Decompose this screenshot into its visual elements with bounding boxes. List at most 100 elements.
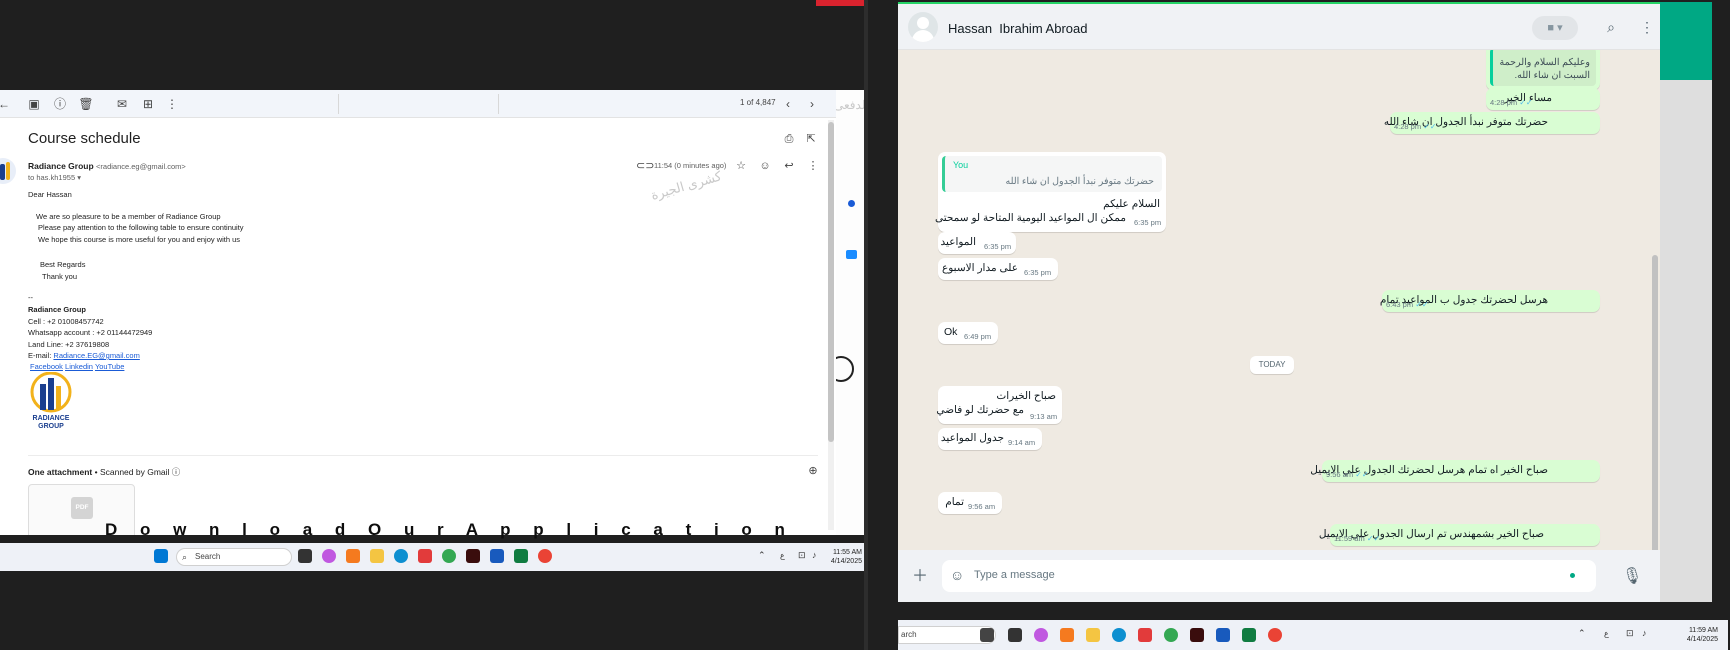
label-icon[interactable]: ⊂⊃ <box>636 159 654 173</box>
message-input[interactable]: ☺ Type a message <box>942 560 1596 592</box>
message-bubble-out[interactable]: صباح الخير بشمهندس تم ارسال الجدول علي ا… <box>1319 524 1600 546</box>
start-windows-icon[interactable] <box>154 549 168 563</box>
back-arrow-icon[interactable]: ← <box>0 96 12 112</box>
message-text: على مدار الاسبوع <box>941 262 1018 274</box>
volume-icon[interactable]: ♪ <box>812 550 817 560</box>
microphone-icon[interactable]: 🎙 <box>1622 567 1642 587</box>
right-screen: Hassan Ibrahim Abroad ■ ▾ ⌕ ⋮ وعليكم الس… <box>868 0 1730 650</box>
taskbar-clock[interactable]: 11:55 AM 4/14/2025 <box>826 548 862 566</box>
message-bubble-in[interactable]: المواعيد 6:35 pm <box>938 232 1016 254</box>
message-bubble-in[interactable]: صباح الخيرات مع حضرتك لو فاضي 9:13 am <box>936 386 1062 424</box>
copilot-icon[interactable] <box>1034 628 1048 642</box>
signature-company: Radiance Group <box>28 305 86 314</box>
message-bubble-in[interactable]: تمام 9:56 am <box>938 492 1002 514</box>
contact-name[interactable]: Hassan Ibrahim Abroad <box>948 21 1087 36</box>
report-spam-icon[interactable]: ⓘ <box>52 96 68 112</box>
gmail-scrollbar[interactable] <box>828 120 834 530</box>
task-view-icon[interactable] <box>1008 628 1022 642</box>
message-bubble-in[interactable]: Ok 6:49 pm <box>938 322 998 344</box>
double-tick-icon: ✓✓ <box>1423 122 1437 131</box>
attachment-divider <box>28 455 818 456</box>
illustrator-icon[interactable] <box>466 549 480 563</box>
quoted-message: You حضرتك متوفر نبدأ الجدول ان شاء الله <box>942 156 1162 192</box>
word-icon[interactable] <box>1216 628 1230 642</box>
reply-icon[interactable]: ↩ <box>782 159 796 173</box>
message-bubble-out[interactable]: حضرتك متوفر نبدأ الجدول ان شاء الله 4:28… <box>1384 112 1600 134</box>
excel-icon[interactable] <box>514 549 528 563</box>
copilot-icon[interactable] <box>322 549 336 563</box>
message-text: جدول المواعيد <box>940 432 1004 444</box>
chrome-icon[interactable] <box>442 549 456 563</box>
chat-scrollbar[interactable] <box>1652 100 1658 550</box>
linkedin-link[interactable]: Linkedin <box>65 362 93 371</box>
video-call-button[interactable]: ■ ▾ <box>1532 16 1578 40</box>
sender-name: Radiance Group <box>28 161 94 171</box>
more-vert-icon[interactable]: ⋮ <box>164 96 180 112</box>
star-icon[interactable]: ☆ <box>734 159 748 173</box>
excel-icon[interactable] <box>1242 628 1256 642</box>
file-explorer-icon[interactable] <box>1086 628 1100 642</box>
emoji-react-icon[interactable]: ☺ <box>758 159 772 173</box>
info-icon[interactable]: ⓘ <box>172 467 181 477</box>
network-icon[interactable]: ⊡ <box>798 550 806 561</box>
message-bubble-out[interactable]: وعليكم السلام والرحمة السبت ان شاء الله. <box>1486 50 1600 90</box>
language-indicator[interactable]: ع <box>1604 629 1609 638</box>
delete-icon[interactable]: 🗑 <box>78 96 94 112</box>
search-icon: ⌕ <box>182 552 188 562</box>
notepad-icon[interactable] <box>1138 628 1152 642</box>
word-icon[interactable] <box>490 549 504 563</box>
signature-email-link[interactable]: Radiance.EG@gmail.com <box>53 351 139 360</box>
chrome-profile-icon[interactable] <box>538 549 552 563</box>
message-time: 9:14 am <box>1008 438 1036 447</box>
email-regards: Best Regards <box>40 260 86 269</box>
more-vert-icon[interactable]: ⋮ <box>1638 18 1656 36</box>
facebook-link[interactable]: Facebook <box>30 362 63 371</box>
message-bubble-in[interactable]: على مدار الاسبوع 6:35 pm <box>938 258 1058 280</box>
open-new-window-icon[interactable]: ⇱ <box>804 132 818 146</box>
message-bubble-out[interactable]: هرسل لحضرتك جدول ب المواعيد تمام 6:43 pm… <box>1380 290 1600 312</box>
message-bubble-in[interactable]: You حضرتك متوفر نبدأ الجدول ان شاء الله … <box>935 152 1166 232</box>
mark-unread-icon[interactable]: ✉ <box>114 96 130 112</box>
newer-chevron-icon[interactable]: ‹ <box>780 96 796 112</box>
task-view-icon[interactable] <box>298 549 312 563</box>
recipient-line[interactable]: to has.kh1955 ▾ <box>28 173 81 182</box>
message-time: 6:49 pm <box>964 332 992 341</box>
message-bubble-out[interactable]: صباح الخير اه تمام هرسل لحضرتك الجدول عل… <box>1310 460 1600 482</box>
archive-icon[interactable]: ▣ <box>26 96 42 112</box>
taskbar-search[interactable]: ⌕ Search <box>176 548 292 566</box>
email-subject: Course schedule <box>28 130 141 147</box>
taskbar-clock[interactable]: 11:59 AM 4/14/2025 <box>1674 626 1718 644</box>
print-icon[interactable]: ⎙ <box>782 132 796 146</box>
more-vert-icon[interactable]: ⋮ <box>806 159 820 173</box>
illustrator-icon[interactable] <box>1190 628 1204 642</box>
add-to-drive-icon[interactable]: ⊕ <box>806 464 820 478</box>
move-to-icon[interactable]: ⊞ <box>140 96 156 112</box>
chrome-profile-icon[interactable] <box>1268 628 1282 642</box>
chrome-icon[interactable] <box>1164 628 1178 642</box>
edge-icon[interactable] <box>394 549 408 563</box>
youtube-link[interactable]: YouTube <box>95 362 124 371</box>
tray-chevron-icon[interactable]: ⌃ <box>758 550 766 561</box>
contact-avatar[interactable] <box>908 12 938 42</box>
tray-chevron-icon[interactable]: ⌃ <box>1578 628 1586 639</box>
message-bubble-in[interactable]: جدول المواعيد 9:14 am <box>938 428 1042 450</box>
message-text: السلام عليكم <box>1103 198 1160 210</box>
attach-plus-icon[interactable]: ＋ <box>910 567 930 587</box>
email-time: 11:54 (0 minutes ago) <box>654 161 727 170</box>
file-explorer-icon[interactable] <box>370 549 384 563</box>
search-icon[interactable]: ⌕ <box>1602 18 1620 36</box>
notepad-icon[interactable] <box>418 549 432 563</box>
edge-icon[interactable] <box>1112 628 1126 642</box>
volume-icon[interactable]: ♪ <box>1642 628 1647 638</box>
logo-text: RADIANCE <box>33 415 70 422</box>
background-panel <box>1660 80 1712 602</box>
language-indicator[interactable]: ع <box>780 551 785 560</box>
snipping-tool-icon[interactable] <box>346 549 360 563</box>
network-icon[interactable]: ⊡ <box>1626 628 1634 639</box>
pen-icon[interactable] <box>980 628 994 642</box>
message-bubble-out[interactable]: مساء الخير 4:28 pm ✓✓ <box>1486 88 1600 110</box>
emoji-sticker-icon[interactable]: ☺ <box>950 567 964 583</box>
snipping-tool-icon[interactable] <box>1060 628 1074 642</box>
older-chevron-icon[interactable]: › <box>804 96 820 112</box>
chevron-down-icon[interactable]: ▾ <box>77 173 81 182</box>
